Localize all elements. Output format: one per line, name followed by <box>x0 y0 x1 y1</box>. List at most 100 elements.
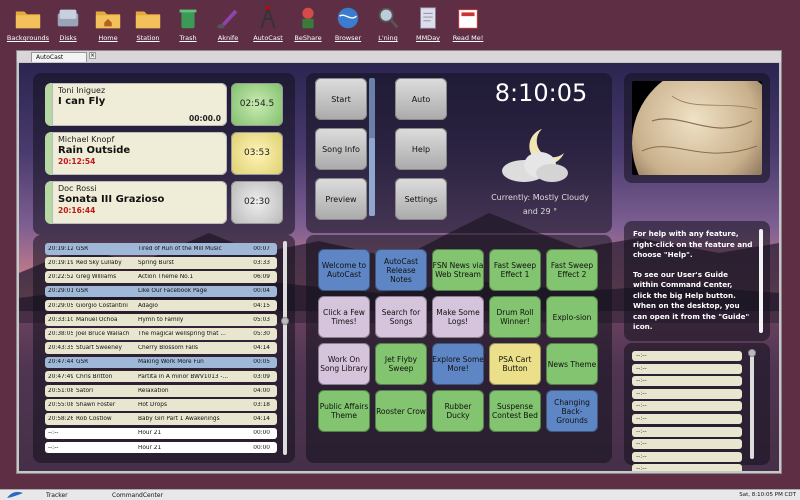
log-scroll-thumb[interactable] <box>281 317 289 325</box>
cart-player-1[interactable]: Toni Iniguez I can Fly 00:00.0 <box>45 83 227 126</box>
log-row[interactable]: 20:38:05 Joel Bruce Wallach The magical we… <box>45 328 277 340</box>
desktop: Backgrounds Disks Home Station Trash Aknife Au… <box>0 0 800 46</box>
log-duration: 00:00 <box>253 430 270 437</box>
log-artist: Giorgio Costantini <box>76 302 128 309</box>
log-artist: Shawn Foster <box>76 401 116 408</box>
log-duration: 04:14 <box>253 416 270 423</box>
cart-title: Rain Outside <box>58 145 131 156</box>
cart-duration-button-2[interactable]: 03:53 <box>231 132 283 175</box>
queue-row[interactable]: --:-- <box>632 451 742 462</box>
log-row[interactable]: 20:33:10 Manuel Ochoa Hymn to Family 05:03 <box>45 314 277 326</box>
help-button[interactable]: Help <box>395 128 447 170</box>
cart-button-6[interactable]: Click a Few Times! <box>318 296 370 338</box>
cart-button-4[interactable]: Fast Sweep Effect 1 <box>489 249 541 291</box>
log-duration: 00:00 <box>253 444 270 451</box>
log-row[interactable]: 20:47:49 Chris Britton Partita in A minor … <box>45 370 277 383</box>
log-time: 20:19:12 <box>48 245 73 252</box>
queue-row[interactable]: --:-- <box>632 363 742 374</box>
leaf-menu-icon[interactable] <box>6 491 24 499</box>
cart-button-13[interactable]: Explore Some More! <box>432 343 484 385</box>
preview-button[interactable]: Preview <box>315 178 367 220</box>
log-row[interactable]: 20:19:12 GSR Tired of Run of the Mill Musi… <box>45 243 277 255</box>
queue-row[interactable]: --:-- <box>632 388 742 399</box>
help-scrollbar[interactable] <box>759 229 763 333</box>
cart-button-9[interactable]: Drum Roll Winner! <box>489 296 541 338</box>
queue-row[interactable]: --:-- <box>632 426 742 437</box>
window-title-tab[interactable]: AutoCast <box>31 52 87 62</box>
log-row[interactable]: 20:22:52 Greg Williams Action Theme No.1 06… <box>45 271 277 283</box>
cart-button-2[interactable]: AutoCast Release Notes <box>375 249 427 291</box>
taskbar-item-commandcenter[interactable]: CommandCenter <box>100 491 163 500</box>
queue-row[interactable]: --:-- <box>632 376 742 387</box>
start-button[interactable]: Start <box>315 78 367 120</box>
log-title: Partita in A minor BWV1013 -... <box>138 373 229 380</box>
log-artist: Joel Bruce Wallach <box>76 330 130 337</box>
log-title: Relaxation <box>138 387 169 394</box>
cart-duration-button-1[interactable]: 02:54.5 <box>231 83 283 126</box>
cart-button-5[interactable]: Fast Sweep Effect 2 <box>546 249 598 291</box>
log-duration: 05:03 <box>253 316 270 323</box>
log-time: 20:33:10 <box>48 316 73 323</box>
doc-icon <box>420 7 436 29</box>
cart-button-8[interactable]: Make Some Logs! <box>432 296 484 338</box>
folder-icon <box>15 11 41 29</box>
volume-slider-fill <box>369 138 375 216</box>
cart-player-2[interactable]: Michael Knopf Rain Outside 20:12:54 <box>45 132 227 175</box>
log-row[interactable]: --:-- Hour 21 00:00 <box>45 427 277 440</box>
queue-scroll-thumb[interactable] <box>748 349 756 357</box>
help-paragraph-2: To see our User's Guide within Command C… <box>633 269 750 332</box>
log-title: Hot Drops <box>138 401 167 408</box>
queue-row[interactable]: --:-- <box>632 414 742 424</box>
log-row[interactable]: 20:29:01 GSR Like Our Facebook Page 00:04 <box>45 285 277 298</box>
cart-button-19[interactable]: Suspense Contest Bed <box>489 390 541 432</box>
log-row[interactable]: 20:19:19 Red Sky Lullaby Spring Burst 03:33 <box>45 257 277 269</box>
log-duration: 03:09 <box>253 373 270 380</box>
queue-row[interactable]: --:-- <box>632 401 742 412</box>
cart-button-17[interactable]: Rooster Crow <box>375 390 427 432</box>
cart-start-time: 20:16:44 <box>58 206 96 215</box>
cart-button-10[interactable]: Explo-sion <box>546 296 598 338</box>
settings-button[interactable]: Settings <box>395 178 447 220</box>
log-title: Adagio <box>138 302 158 309</box>
cart-button-3[interactable]: FSN News via Web Stream <box>432 249 484 291</box>
cart-duration-button-3[interactable]: 02:30 <box>231 181 283 224</box>
log-artist: Manuel Ochoa <box>76 316 118 323</box>
auto-button[interactable]: Auto <box>395 78 447 120</box>
log-row[interactable]: 20:29:05 Giorgio Costantini Adagio 04:15 <box>45 299 277 312</box>
newspaper-icon <box>458 9 478 29</box>
cart-button-12[interactable]: Jet Flyby Sweep <box>375 343 427 385</box>
volume-slider[interactable] <box>369 78 375 216</box>
log-row[interactable]: 20:43:35 Stuart Sweeney Cherry Blossom Fal… <box>45 342 277 354</box>
cart-title: I can Fly <box>58 96 106 107</box>
cart-button-15[interactable]: News Theme <box>546 343 598 385</box>
queue-scrollbar[interactable] <box>750 351 754 459</box>
cart-artist: Doc Rossi <box>58 184 97 193</box>
cart-button-1[interactable]: Welcome to AutoCast <box>318 249 370 291</box>
log-row[interactable]: 20:51:08 Satori Relaxation 04:00 <box>45 385 277 397</box>
cart-button-18[interactable]: Rubber Ducky <box>432 390 484 432</box>
log-duration: 04:00 <box>253 387 270 394</box>
close-icon[interactable]: × <box>89 52 96 59</box>
queue-row[interactable]: --:-- <box>632 351 742 361</box>
cart-button-16[interactable]: Public Affairs Theme <box>318 390 370 432</box>
log-row[interactable]: --:-- Hour 21 00:00 <box>45 441 277 454</box>
log-duration: 05:30 <box>253 330 270 337</box>
log-artist: Red Sky Lullaby <box>76 259 122 266</box>
log-row[interactable]: 20:58:26 Rob Costlow Baby Girl Part 1 Awak… <box>45 413 277 425</box>
taskbar-item-tracker[interactable]: Tracker <box>34 491 68 500</box>
log-title: Like Our Facebook Page <box>138 288 207 295</box>
desktop-icon-read-me-[interactable]: Read Me! <box>442 4 494 42</box>
queue-row[interactable]: --:-- <box>632 439 742 450</box>
log-row[interactable]: 20:55:08 Shawn Foster Hot Drops 03:18 <box>45 399 277 411</box>
cart-button-11[interactable]: Work On Song Library <box>318 343 370 385</box>
log-row[interactable]: 20:47:44 GSR Making Work More Fun 00:05 <box>45 356 277 369</box>
cart-button-7[interactable]: Search for Songs <box>375 296 427 338</box>
song-info-button[interactable]: Song Info <box>315 128 367 170</box>
cart-start-time: 20:12:54 <box>58 157 96 166</box>
queue-row[interactable]: --:-- <box>632 464 742 471</box>
cart-button-14[interactable]: PSA Cart Button <box>489 343 541 385</box>
log-time: 20:22:52 <box>48 274 73 281</box>
cart-button-20[interactable]: Changing Back-Grounds <box>546 390 598 432</box>
cart-player-3[interactable]: Doc Rossi Sonata III Grazioso 20:16:44 <box>45 181 227 224</box>
log-scrollbar[interactable] <box>283 241 287 455</box>
